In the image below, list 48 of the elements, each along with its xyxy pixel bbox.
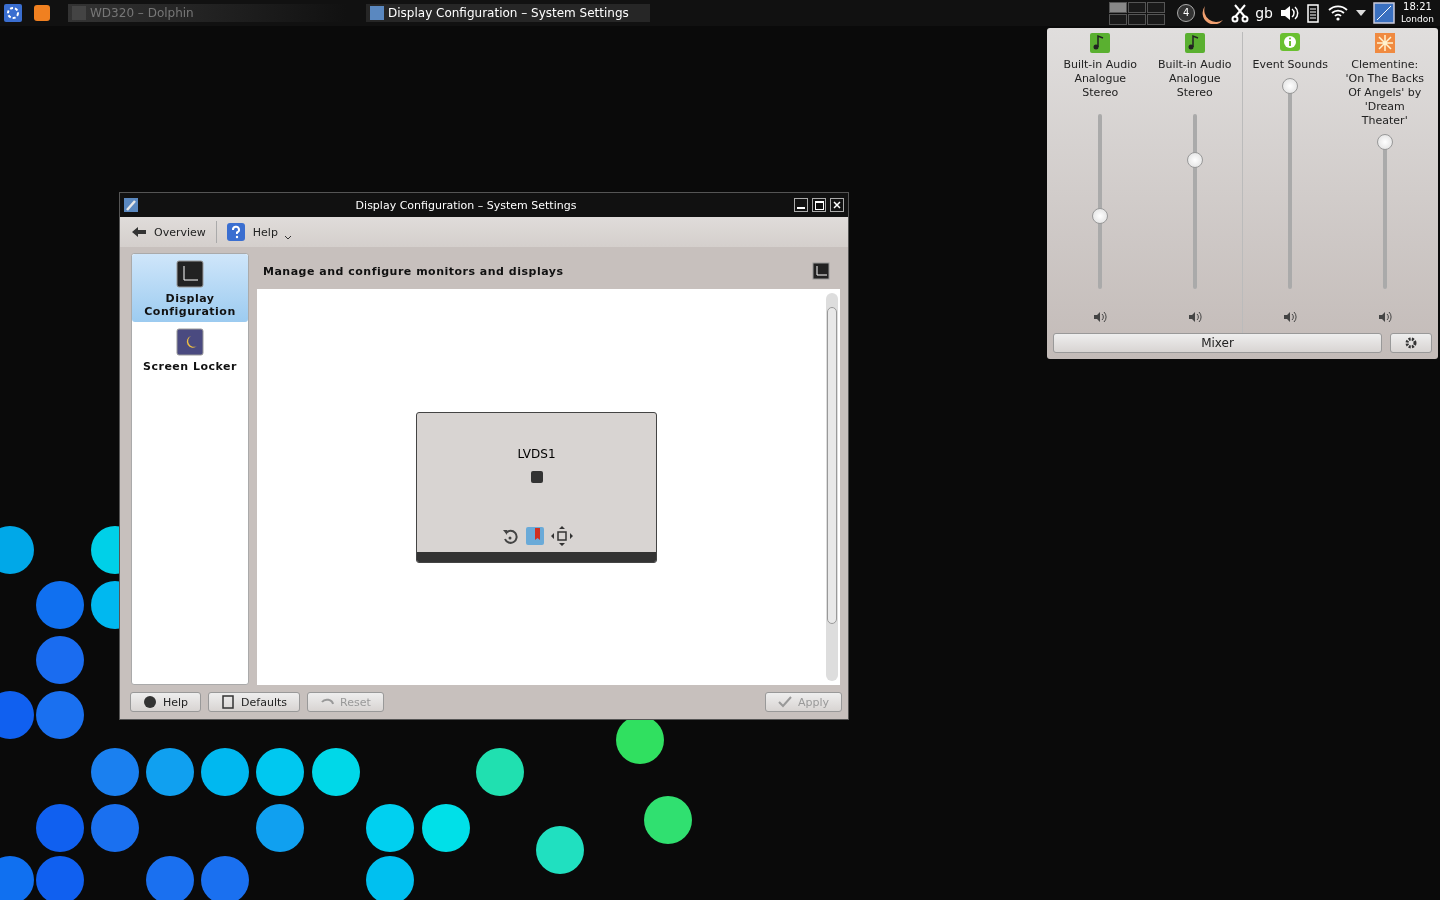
scissors-icon[interactable] (1231, 3, 1250, 23)
window-title: Display Configuration – System Settings (354, 198, 578, 212)
scrollbar[interactable] (826, 293, 838, 681)
launcher-icon[interactable] (4, 4, 22, 22)
info-icon (1279, 32, 1302, 54)
page-heading: Manage and configure monitors and displays (263, 264, 564, 278)
battery-icon[interactable] (1305, 2, 1321, 24)
help-button[interactable]: Help (130, 692, 202, 712)
channel-name: Clementine: 'On The Backs Of Angels' by 'Dream Theater' (1344, 58, 1425, 128)
music-note-icon (1089, 32, 1112, 54)
gear-icon (1405, 337, 1417, 349)
keyboard-layout[interactable]: gb (1255, 5, 1273, 21)
help-menu-button[interactable]: Help (222, 221, 296, 243)
primary-icon[interactable] (530, 470, 543, 483)
resize-icon[interactable] (550, 525, 573, 546)
caret-icon[interactable] (1355, 8, 1367, 18)
maximize-button[interactable] (812, 198, 826, 212)
display-icon[interactable] (812, 262, 830, 280)
wifi-icon[interactable] (1327, 4, 1349, 22)
desktop-pager[interactable] (1109, 1, 1166, 25)
minimize-button[interactable] (794, 198, 808, 212)
mixer-button[interactable]: Mixer (1053, 333, 1382, 353)
channel-name: Event Sounds (1252, 58, 1328, 72)
channel-name: Built-in Audio Analogue Stereo (1156, 58, 1233, 100)
sidebar-item[interactable]: Display Configuration (132, 254, 248, 322)
clock[interactable]: 18:21 London (1401, 1, 1434, 25)
wrench-icon (124, 198, 138, 212)
back-arrow-icon (132, 227, 146, 237)
monitor-output[interactable]: LVDS1 (416, 411, 657, 563)
close-button[interactable] (830, 198, 844, 212)
speaker-icon[interactable] (1279, 4, 1299, 22)
task-button[interactable]: Display Configuration – System Settings (366, 4, 650, 22)
channel-name: Built-in Audio Analogue Stereo (1062, 58, 1139, 100)
moon-icon (176, 328, 204, 356)
music-note-icon (1183, 32, 1206, 54)
checkmark-icon (777, 695, 792, 709)
document-icon (221, 695, 236, 709)
monitor-icon[interactable] (1373, 2, 1395, 24)
settings-button[interactable] (1390, 333, 1432, 353)
output-name: LVDS1 (517, 446, 556, 461)
sidebar-item[interactable]: Screen Locker (132, 322, 248, 377)
defaults-button[interactable]: Defaults (208, 692, 300, 712)
notification-badge[interactable]: 4 (1177, 4, 1196, 22)
starburst-icon (1373, 32, 1396, 54)
display-icon (176, 260, 204, 288)
bookmark-icon[interactable] (524, 525, 545, 546)
caret-icon (283, 235, 292, 241)
overview-button[interactable]: Overview (128, 223, 210, 241)
